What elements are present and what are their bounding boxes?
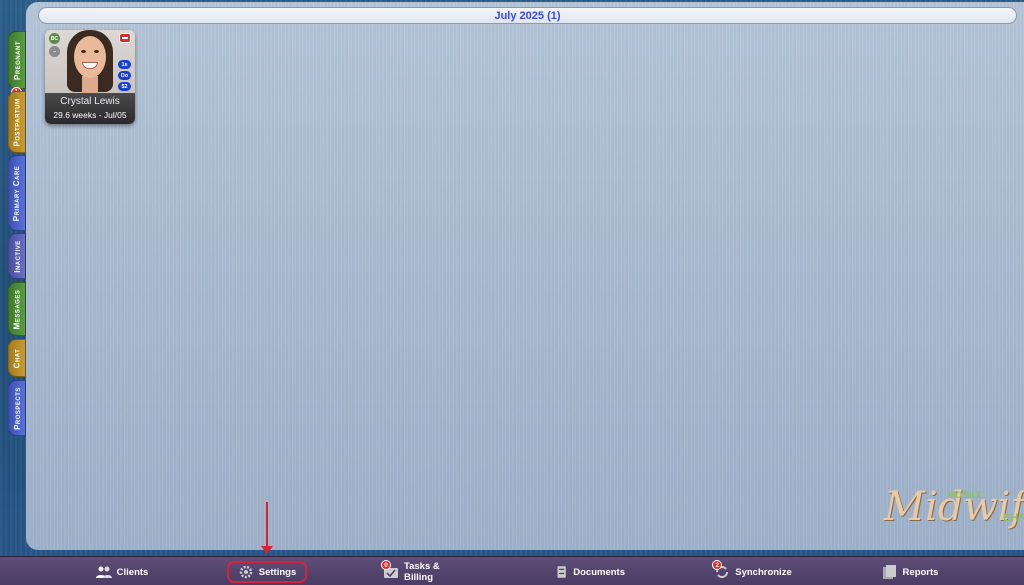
alert-flag-icon (119, 33, 131, 43)
cabinet-icon (557, 566, 566, 578)
tab-prospects-label: Prospects (12, 386, 22, 430)
tab-postpartum[interactable]: Postpartum (8, 91, 26, 153)
settings-button[interactable]: Settings (227, 561, 307, 583)
tab-messages[interactable]: Messages (8, 282, 26, 336)
sync-label: Synchronize (735, 566, 792, 578)
client-photo: BC – 1s Do $2 (45, 30, 135, 93)
annotation-arrow-head (261, 546, 273, 554)
tab-messages-label: Messages (12, 289, 22, 329)
tab-primary-care-label: Primary Care (12, 165, 22, 221)
tasks-label: Tasks & Billing (404, 561, 440, 583)
tab-prospects[interactable]: Prospects (8, 380, 26, 436)
tasks-icon: 0 (381, 560, 399, 579)
client-name: Crystal Lewis (60, 96, 120, 107)
settings-label: Settings (258, 566, 297, 578)
bc-badge: BC (49, 33, 60, 44)
client-card[interactable]: BC – 1s Do $2 Crystal Lewis 29.6 weeks -… (45, 30, 135, 124)
tag-badge-3: $2 (118, 82, 131, 91)
documents-button[interactable]: Documents (555, 561, 625, 583)
tag-badge-1: 1s (118, 60, 131, 69)
people-icon (95, 566, 112, 578)
logo-mobile-text: MOBILE (948, 490, 983, 500)
documents-label: Documents (573, 566, 625, 578)
tab-postpartum-label: Postpartum (12, 98, 22, 146)
client-caption: Crystal Lewis 29.6 weeks - Jul/05 (45, 93, 135, 124)
tab-chat[interactable]: Chat (8, 339, 26, 377)
main-panel: July 2025 (1) (26, 2, 1024, 550)
tasks-billing-button[interactable]: 0 Tasks & Billing (381, 560, 468, 583)
synchronize-button[interactable]: 2 Synchronize (712, 560, 793, 583)
tab-primary-care[interactable]: Primary Care (8, 155, 26, 231)
tab-pregnant-label: Pregnant (12, 40, 22, 80)
sync-icon: 2 (712, 560, 730, 579)
minus-icon: – (49, 46, 60, 57)
reports-label: Reports (902, 566, 939, 578)
month-header[interactable]: July 2025 (1) (38, 7, 1017, 24)
tab-chat-label: Chat (12, 348, 22, 368)
client-gestation: 29.6 weeks - Jul/05 (53, 110, 127, 120)
tab-pregnant[interactable]: Pregnant 1 (8, 31, 26, 98)
clients-button[interactable]: Clients (92, 561, 152, 583)
midwife-logo: Midwife MOBILE EHR (880, 476, 1024, 550)
tasks-count-badge: 0 (381, 560, 391, 570)
clients-label: Clients (116, 566, 149, 578)
annotation-arrow-line (266, 502, 268, 548)
bottom-toolbar: Clients Settings 0 Tasks & Billing Docum… (0, 556, 1024, 585)
gear-icon (239, 565, 252, 579)
tab-inactive[interactable]: Inactive (8, 233, 26, 279)
tab-inactive-label: Inactive (12, 239, 22, 273)
tag-badge-2: Do (118, 71, 131, 80)
logo-ehr-text: EHR (1003, 512, 1024, 524)
reports-button[interactable]: Reports (880, 561, 940, 583)
reports-icon (882, 565, 896, 579)
